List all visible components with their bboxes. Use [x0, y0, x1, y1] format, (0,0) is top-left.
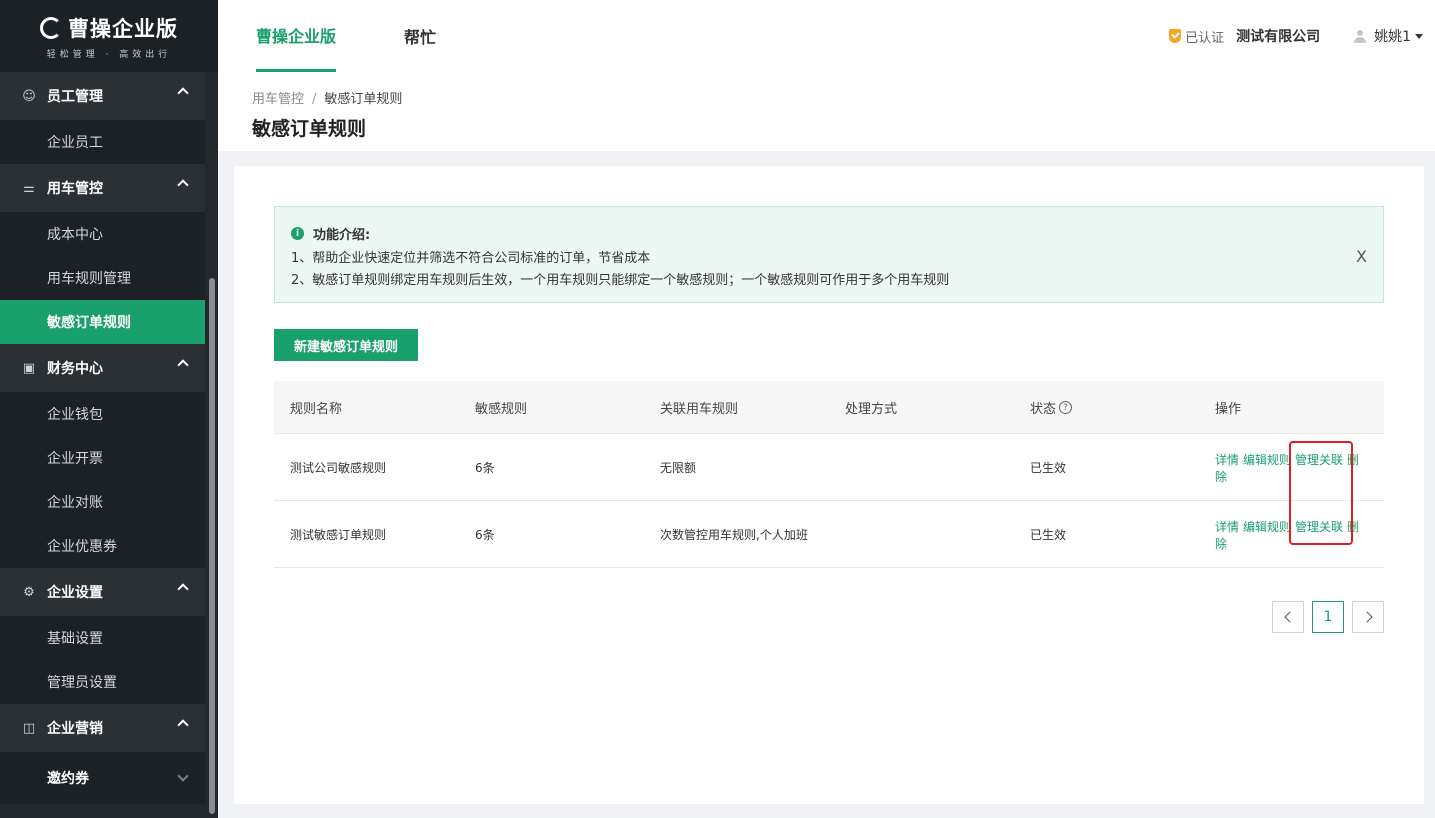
header-account: 已认证 测试有限公司 姚姚1 [1169, 0, 1423, 72]
column-header-actions: 操作 [1215, 402, 1242, 417]
sidebar-item-wallet[interactable]: 企业钱包 [0, 392, 205, 436]
gear-icon: ⚙ [23, 584, 35, 600]
rules-table: 规则名称 敏感规则 关联用车规则 处理方式 状态 ? 操作 测试公司敏感规则 6… [274, 381, 1384, 568]
sidebar-menu: ☺ 员工管理 企业员工 ⚌ 用车管控 成本中心 用车规则管理 敏感订单规则 ▣ … [0, 72, 205, 804]
notice-title-text: 功能介绍: [313, 228, 371, 243]
new-rule-button[interactable]: 新建敏感订单规则 [274, 329, 418, 361]
company-name: 测试有限公司 [1236, 29, 1321, 45]
chevron-up-icon [177, 87, 189, 99]
sidebar-item-staff[interactable]: 企业员工 [0, 120, 205, 164]
rule-name: 测试敏感订单规则 [290, 528, 387, 542]
pagination: 1 [1272, 601, 1384, 633]
brand-logo-icon [40, 16, 62, 39]
brand-name: 曹操企业版 [68, 16, 178, 41]
menu-group-label: 财务中心 [47, 361, 103, 377]
user-avatar-icon [1354, 29, 1367, 43]
chevron-up-icon [177, 179, 189, 191]
notice-line-2: 2、敏感订单规则绑定用车规则后生效，一个用车规则只能绑定一个敏感规则；一个敏感规… [291, 273, 950, 288]
table-header: 规则名称 敏感规则 关联用车规则 处理方式 状态 ? 操作 [274, 381, 1384, 434]
menu-group-label: 员工管理 [47, 89, 103, 105]
column-header-name: 规则名称 [290, 402, 343, 417]
menu-group-finance[interactable]: ▣ 财务中心 [0, 344, 205, 392]
chevron-up-icon [177, 583, 189, 595]
menu-group-label: 企业设置 [47, 585, 103, 601]
breadcrumb-separator: / [312, 92, 317, 107]
chevron-up-icon [177, 359, 189, 371]
caret-down-icon[interactable] [1415, 33, 1423, 39]
sliders-icon: ⚌ [23, 180, 35, 196]
menu-group-marketing[interactable]: ◫ 企业营销 [0, 704, 205, 752]
sidebar-item-cost-center[interactable]: 成本中心 [0, 212, 205, 256]
sidebar: 曹操企业版 轻松管理 · 高效出行 ☺ 员工管理 企业员工 ⚌ 用车管控 成本中… [0, 0, 218, 818]
chevron-down-icon [177, 770, 189, 782]
linked-rule: 无限额 [660, 461, 697, 475]
content-card: i 功能介绍: 1、帮助企业快速定位并筛选不符合公司标准的订单，节省成本 2、敏… [234, 166, 1424, 804]
sidebar-item-invoice[interactable]: 企业开票 [0, 436, 205, 480]
detail-link[interactable]: 详情 [1215, 453, 1239, 467]
user-menu[interactable]: 姚姚1 [1374, 26, 1411, 46]
column-header-linked: 关联用车规则 [660, 402, 739, 417]
edit-rule-link[interactable]: 编辑规则 [1243, 453, 1291, 467]
menu-group-staff[interactable]: ☺ 员工管理 [0, 72, 205, 120]
sidebar-item-coupons[interactable]: 企业优惠券 [0, 524, 205, 568]
sidebar-item-car-rules[interactable]: 用车规则管理 [0, 256, 205, 300]
menu-group-settings[interactable]: ⚙ 企业设置 [0, 568, 205, 616]
help-icon[interactable]: ? [1059, 401, 1073, 414]
chevron-right-icon [1360, 611, 1373, 623]
chevron-left-icon [1283, 611, 1296, 623]
gift-icon: ◫ [22, 720, 36, 736]
status: 已生效 [1030, 528, 1067, 542]
page-header: 用车管控 / 敏感订单规则 敏感订单规则 [218, 72, 1435, 151]
brand-slogan: 轻松管理 · 高效出行 [46, 49, 172, 60]
sidebar-item-admin-settings[interactable]: 管理员设置 [0, 660, 205, 704]
status-label: 状态 [1030, 402, 1057, 417]
verified-shield-icon [1169, 29, 1182, 43]
tab-help[interactable]: 帮忙 [404, 0, 436, 72]
breadcrumb-current: 敏感订单规则 [324, 92, 403, 107]
edit-rule-link[interactable]: 编辑规则 [1243, 520, 1291, 534]
logo[interactable]: 曹操企业版 轻松管理 · 高效出行 [0, 0, 218, 72]
rule-count: 6条 [475, 528, 495, 542]
info-icon: i [291, 227, 304, 240]
sidebar-item-label: 邀约券 [47, 771, 89, 787]
linked-rule: 次数管控用车规则,个人加班 [660, 528, 808, 542]
menu-group-label: 用车管控 [47, 181, 103, 197]
menu-group-label: 企业营销 [47, 721, 103, 737]
tab-enterprise[interactable]: 曹操企业版 [256, 0, 337, 72]
verified-label: 已认证 [1185, 30, 1225, 46]
sidebar-item-invite-coupon[interactable]: 邀约券 [0, 752, 205, 804]
chevron-up-icon [177, 719, 189, 731]
top-header: 曹操企业版 帮忙 已认证 测试有限公司 姚姚1 [218, 0, 1435, 72]
rule-count: 6条 [475, 461, 495, 475]
column-header-rules: 敏感规则 [475, 402, 528, 417]
column-header-handling: 处理方式 [845, 402, 898, 417]
notice-title: i 功能介绍: [291, 224, 370, 243]
sidebar-item-sensitive-rules[interactable]: 敏感订单规则 [0, 300, 205, 344]
menu-group-car-control[interactable]: ⚌ 用车管控 [0, 164, 205, 212]
user-icon: ☺ [22, 88, 36, 104]
column-header-status: 状态 ? [1030, 381, 1073, 434]
page-title: 敏感订单规则 [252, 118, 367, 140]
wallet-icon: ▣ [22, 360, 36, 376]
annotation-highlight-box [1289, 441, 1353, 545]
page-number[interactable]: 1 [1312, 601, 1344, 633]
breadcrumb: 用车管控 / 敏感订单规则 [252, 88, 402, 107]
status: 已生效 [1030, 461, 1067, 475]
table-row: 测试敏感订单规则 6条 次数管控用车规则,个人加班 已生效 详情 编辑规则 管理关联… [274, 501, 1384, 568]
sidebar-item-basic-settings[interactable]: 基础设置 [0, 616, 205, 660]
sidebar-scrollbar[interactable] [209, 278, 215, 814]
detail-link[interactable]: 详情 [1215, 520, 1239, 534]
table-row: 测试公司敏感规则 6条 无限额 已生效 详情 编辑规则 管理关联 删除 [274, 434, 1384, 501]
feature-notice: i 功能介绍: 1、帮助企业快速定位并筛选不符合公司标准的订单，节省成本 2、敏… [274, 206, 1384, 303]
rule-name: 测试公司敏感规则 [290, 461, 387, 475]
prev-page-button[interactable] [1272, 601, 1304, 633]
close-icon[interactable]: X [1356, 247, 1367, 266]
next-page-button[interactable] [1352, 601, 1384, 633]
sidebar-item-reconcile[interactable]: 企业对账 [0, 480, 205, 524]
breadcrumb-parent[interactable]: 用车管控 [252, 92, 304, 107]
notice-line-1: 1、帮助企业快速定位并筛选不符合公司标准的订单，节省成本 [291, 251, 651, 266]
chevron-wrap [165, 752, 205, 800]
